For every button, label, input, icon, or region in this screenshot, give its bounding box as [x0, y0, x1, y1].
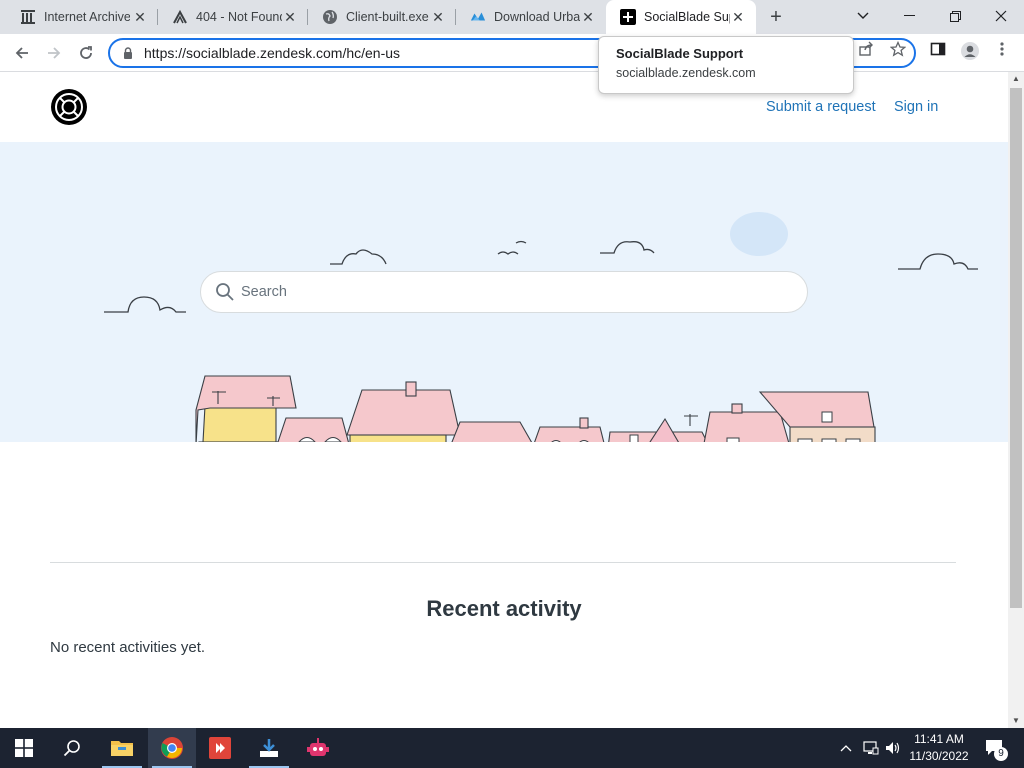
internet-archive-icon	[20, 9, 36, 25]
scroll-up-arrow-icon[interactable]: ▲	[1008, 72, 1024, 86]
reload-button[interactable]	[73, 40, 99, 66]
clock-date: 11/30/2022	[909, 749, 969, 763]
scroll-down-arrow-icon[interactable]: ▼	[1008, 714, 1024, 728]
search-icon	[216, 283, 234, 301]
tab-title: Client-built.exe	[346, 10, 429, 24]
hover-card-title: SocialBlade Support	[616, 46, 744, 61]
socialblade-logo[interactable]	[50, 88, 88, 126]
scrollbar-thumb[interactable]	[1010, 88, 1022, 608]
robot-app-taskbar-button[interactable]	[294, 728, 342, 768]
sign-in-link[interactable]: Sign in	[894, 99, 938, 115]
network-icon	[172, 9, 188, 25]
minimize-button[interactable]	[886, 0, 932, 32]
taskbar-clock[interactable]: 11:41 AM 11/30/2022	[900, 731, 978, 765]
more-menu-icon[interactable]	[993, 41, 1011, 59]
hero-banner	[0, 142, 1008, 442]
tab-404[interactable]: 404 - Not Found ✕	[158, 0, 308, 34]
zendesk-plus-icon	[620, 9, 636, 25]
restore-button[interactable]	[932, 0, 978, 32]
share-icon[interactable]	[857, 41, 875, 59]
submit-request-link[interactable]: Submit a request	[766, 99, 876, 115]
anydesk-icon	[209, 737, 231, 759]
notification-center-button[interactable]: 9	[982, 728, 1008, 768]
search-icon	[63, 740, 80, 757]
page-scrollbar[interactable]: ▲ ▼	[1008, 72, 1024, 728]
chrome-icon	[161, 737, 183, 759]
globe-icon	[322, 9, 338, 25]
close-window-button[interactable]	[978, 0, 1024, 32]
start-button[interactable]	[0, 728, 48, 768]
installer-taskbar-button[interactable]	[245, 728, 293, 768]
tab-client-built[interactable]: Client-built.exe ✕	[308, 0, 456, 34]
tab-title: Internet Archive	[44, 10, 130, 24]
tab-socialblade-support[interactable]: SocialBlade Support ✕	[606, 0, 756, 34]
back-button[interactable]	[9, 40, 35, 66]
tab-close-icon[interactable]: ✕	[730, 9, 746, 25]
tab-close-icon[interactable]: ✕	[132, 9, 148, 25]
site-header: Submit a request Sign in	[0, 72, 1008, 142]
chrome-taskbar-button[interactable]	[148, 728, 196, 768]
network-tray-icon[interactable]	[860, 728, 882, 768]
tab-download-urban[interactable]: Download Urban ✕	[456, 0, 606, 34]
profile-avatar-icon[interactable]	[960, 41, 979, 60]
tab-close-icon[interactable]: ✕	[430, 9, 446, 25]
folder-icon	[111, 741, 133, 756]
windows-taskbar: 11:41 AM 11/30/2022 9	[0, 728, 1024, 768]
tray-chevron-up-icon[interactable]	[836, 728, 856, 768]
robot-icon	[307, 738, 329, 756]
notification-count-badge: 9	[994, 747, 1008, 761]
hover-card-domain: socialblade.zendesk.com	[616, 66, 756, 80]
search-box[interactable]	[200, 271, 808, 313]
new-tab-button[interactable]: +	[765, 6, 787, 28]
tab-close-icon[interactable]: ✕	[580, 9, 596, 25]
tab-hover-card: SocialBlade Support socialblade.zendesk.…	[598, 36, 854, 94]
search-input[interactable]	[241, 284, 781, 300]
tab-internet-archive[interactable]: Internet Archive ✕	[6, 0, 158, 34]
urban-vpn-icon	[470, 9, 486, 25]
tab-search-chevron-icon[interactable]	[840, 0, 886, 32]
recent-activity-empty: No recent activities yet.	[50, 639, 206, 656]
tab-title: Download Urban	[494, 10, 580, 24]
page-content: Submit a request Sign in Search Recent a…	[0, 72, 1008, 728]
download-installer-icon	[260, 739, 278, 757]
file-explorer-button[interactable]	[98, 728, 146, 768]
browser-toolbar: https://socialblade.zendesk.com/hc/en-us	[0, 34, 1024, 72]
tab-title: 404 - Not Found	[196, 10, 282, 24]
taskbar-search-button[interactable]	[48, 728, 96, 768]
bookmark-star-icon[interactable]	[889, 40, 907, 59]
forward-button[interactable]	[41, 40, 67, 66]
tab-strip: Internet Archive ✕ 404 - Not Found ✕ Cli…	[0, 0, 1024, 34]
tab-close-icon[interactable]: ✕	[282, 9, 298, 25]
section-divider	[50, 562, 956, 563]
lock-icon	[124, 47, 132, 59]
anydesk-taskbar-button[interactable]	[196, 728, 244, 768]
recent-activity-title: Recent activity	[426, 596, 582, 621]
windows-logo-icon	[15, 739, 33, 757]
url-text: https://socialblade.zendesk.com/hc/en-us	[144, 45, 401, 61]
clock-time: 11:41 AM	[914, 732, 964, 746]
side-panel-icon[interactable]	[929, 41, 947, 59]
tab-title: SocialBlade Support	[644, 10, 730, 24]
